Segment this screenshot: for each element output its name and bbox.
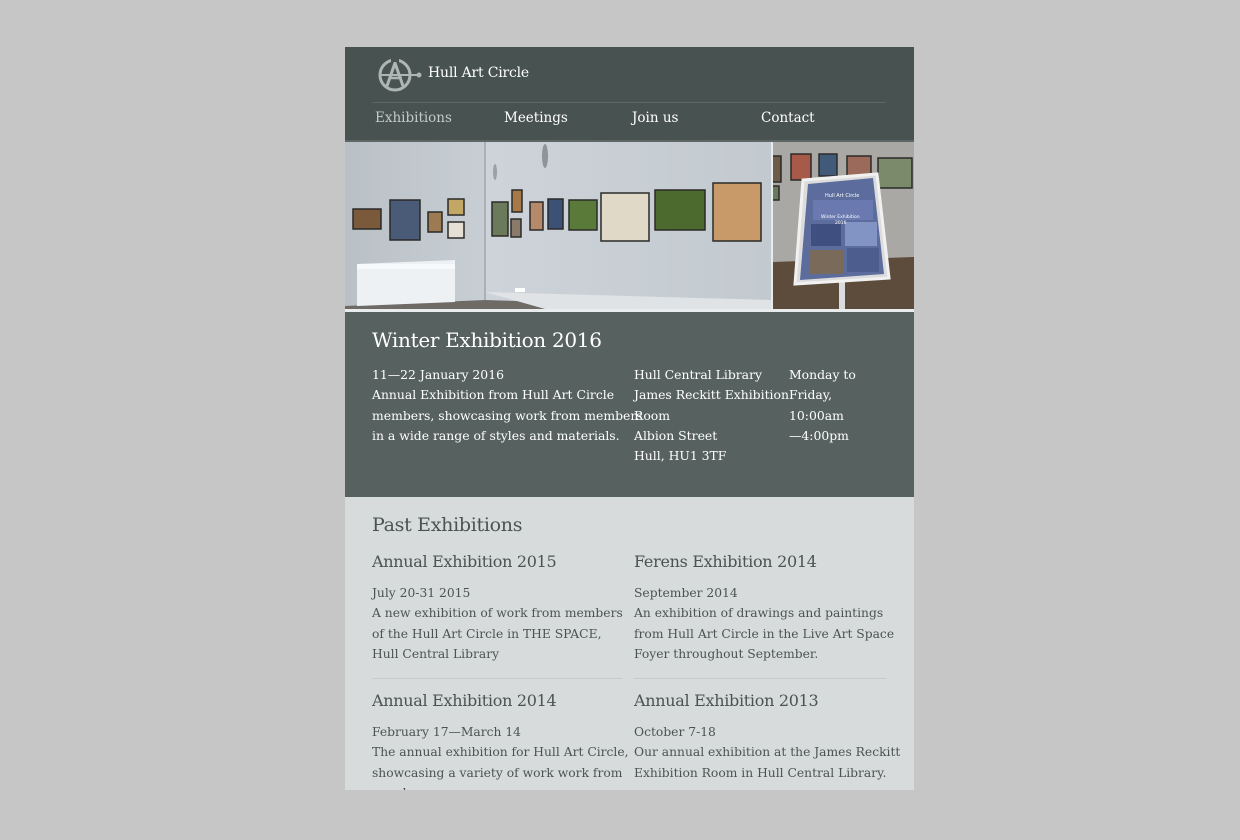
site-title[interactable]: Hull Art Circle <box>428 65 529 81</box>
past-exhibition-description: An exhibition of drawings and paintings … <box>634 603 895 664</box>
hours-line: 10:00am <box>789 407 844 423</box>
nav-exhibitions[interactable]: Exhibitions <box>375 110 452 126</box>
nav-meetings[interactable]: Meetings <box>504 110 568 126</box>
current-exhibition-hours: Monday to Friday, 10:00am —4:00pm <box>789 365 856 446</box>
past-exhibition-title[interactable]: Annual Exhibition 2013 <box>634 691 874 710</box>
venue-line: Albion Street <box>634 427 718 443</box>
past-exhibition-card[interactable]: Annual Exhibition 2015 July 20-31 2015 A… <box>372 552 623 664</box>
poster-text: Hull Art Circle <box>825 193 859 199</box>
description-line: members <box>372 783 612 790</box>
past-exhibition-title[interactable]: Ferens Exhibition 2014 <box>634 552 874 571</box>
current-exhibition-details: 11—22 January 2016 Annual Exhibition fro… <box>372 365 643 446</box>
venue-line: Hull Central Library <box>634 367 762 382</box>
past-exhibitions-heading: Past Exhibitions <box>372 514 523 536</box>
nav-join-us[interactable]: Join us <box>632 110 678 126</box>
description-line: Hull Central Library <box>372 646 500 661</box>
description-line: of the Hull Art Circle in THE SPACE, <box>372 626 602 641</box>
past-exhibition-title[interactable]: Annual Exhibition 2015 <box>372 552 612 571</box>
current-exhibition-description: Annual Exhibition from Hull Art Circle <box>372 387 615 403</box>
description-line: from Hull Art Circle in the Live Art Spa… <box>634 626 895 641</box>
current-exhibition-description: members, showcasing work from members <box>372 407 643 423</box>
past-exhibition-date: February 17—March 14 <box>372 725 521 739</box>
past-exhibition-card[interactable]: Ferens Exhibition 2014 September 2014 An… <box>634 552 895 664</box>
past-exhibition-description: Our annual exhibition at the James Recki… <box>634 742 901 783</box>
description-line: A new exhibition of work from members <box>372 606 623 621</box>
description-line: An exhibition of drawings and paintings <box>634 606 884 621</box>
poster-photo: Hull Art Circle Winter Exhibition 2016 <box>773 142 914 309</box>
current-exhibition: Winter Exhibition 2016 11—22 January 201… <box>345 312 914 497</box>
current-exhibition-title: Winter Exhibition 2016 <box>372 328 602 352</box>
description-line: showcasing a variety of work work from <box>372 765 623 780</box>
past-exhibitions: Past Exhibitions Annual Exhibition 2015 … <box>345 497 914 790</box>
venue-line: Room <box>634 407 670 423</box>
hours-line: —4:00pm <box>789 427 849 443</box>
card-divider <box>634 678 886 679</box>
past-exhibition-description: The annual exhibition for Hull Art Circl… <box>372 742 629 790</box>
past-exhibition-card[interactable]: Annual Exhibition 2014 February 17—March… <box>372 691 629 790</box>
description-line: Foyer throughout September. <box>634 646 819 661</box>
hours-line: Monday to <box>789 367 856 382</box>
venue-line: Hull, HU1 3TF <box>634 448 727 464</box>
past-exhibition-date: September 2014 <box>634 586 738 600</box>
current-exhibition-venue: Hull Central Library James Reckitt Exhib… <box>634 365 789 466</box>
venue-line: James Reckitt Exhibition <box>634 387 789 403</box>
description-line: Our annual exhibition at the James Recki… <box>634 745 901 760</box>
current-exhibition-dates: 11—22 January 2016 <box>372 367 504 382</box>
past-exhibition-card[interactable]: Annual Exhibition 2013 October 7-18 Our … <box>634 691 901 783</box>
nav-contact[interactable]: Contact <box>761 110 815 126</box>
past-exhibition-date: October 7-18 <box>634 725 716 739</box>
hull-art-circle-logo-icon[interactable] <box>373 57 423 93</box>
hero-banner: Hull Art Circle Winter Exhibition 2016 <box>345 142 914 312</box>
poster-text: 2016 <box>835 220 847 226</box>
hours-line: Friday, <box>789 387 833 403</box>
site-container: Hull Art Circle Exhibitions Meetings Joi… <box>345 47 914 790</box>
past-exhibition-date: July 20-31 2015 <box>372 586 471 600</box>
description-line: Exhibition Room in Hull Central Library. <box>634 765 887 780</box>
gallery-photo <box>345 142 771 309</box>
past-exhibition-title[interactable]: Annual Exhibition 2014 <box>372 691 612 710</box>
site-header: Hull Art Circle Exhibitions Meetings Joi… <box>345 47 914 140</box>
current-exhibition-description: in a wide range of styles and materials. <box>372 427 620 443</box>
description-line: The annual exhibition for Hull Art Circl… <box>372 745 629 760</box>
poster-text: Winter Exhibition <box>821 214 860 220</box>
past-exhibition-description: A new exhibition of work from members of… <box>372 603 623 664</box>
header-divider <box>372 102 886 103</box>
card-divider <box>372 678 622 679</box>
